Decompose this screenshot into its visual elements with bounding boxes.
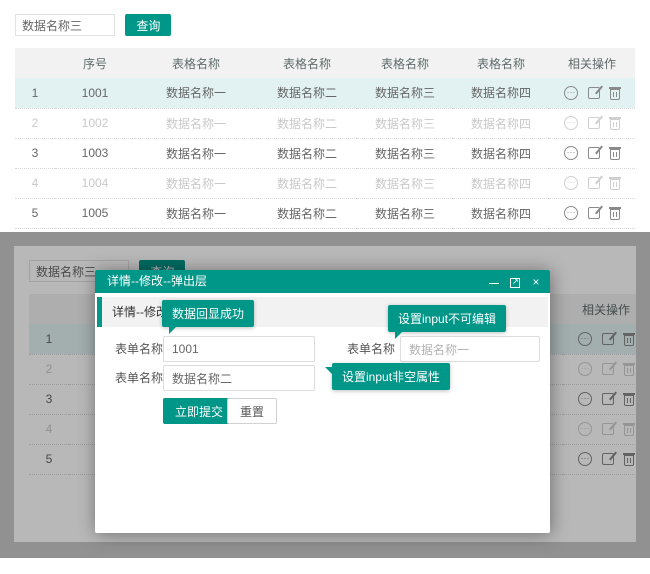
column-header: 表格名称 [135,48,257,78]
reset-button[interactable]: 重置 [227,398,277,424]
table-cell: 数据名称二 [257,168,357,198]
more-icon[interactable] [564,146,578,160]
delete-icon[interactable] [610,89,620,100]
edit-icon[interactable] [588,207,600,219]
search-bar: 查询 [15,14,171,36]
table-cell: 4 [15,168,55,198]
table-cell: 1 [15,78,55,108]
tooltip-echo-success: 数据回显成功 [162,300,254,327]
table-row: 31003数据名称一数据名称二数据名称三数据名称四 [15,138,635,168]
window-controls: × [488,270,542,293]
tooltip-input-readonly: 设置input不可编辑 [388,305,506,332]
delete-icon[interactable] [610,119,620,130]
table-cell: 1001 [55,78,135,108]
table-cell: 数据名称四 [453,168,549,198]
row-actions [549,198,635,228]
edit-icon[interactable] [588,87,600,99]
table-cell: 数据名称二 [257,198,357,228]
table-cell: 1005 [55,198,135,228]
more-icon[interactable] [564,206,578,220]
edit-icon[interactable] [588,147,600,159]
form-label-3: 表单名称 [115,366,163,390]
table-cell: 数据名称一 [135,78,257,108]
table-cell: 数据名称四 [453,108,549,138]
submit-button[interactable]: 立即提交 [163,398,235,424]
table-cell: 1004 [55,168,135,198]
column-header: 相关操作 [549,48,635,78]
form-input-readonly [400,336,540,362]
row-actions [549,168,635,198]
form-label-1: 表单名称 [115,337,163,361]
delete-icon[interactable] [610,209,620,220]
table-row: 21002数据名称一数据名称二数据名称三数据名称四 [15,108,635,138]
maximize-icon[interactable] [509,276,521,288]
table-cell: 数据名称三 [357,78,453,108]
column-header: 序号 [55,48,135,78]
row-actions [549,108,635,138]
form-input-id[interactable] [163,336,315,362]
edit-icon[interactable] [588,177,600,189]
table-cell: 数据名称三 [357,138,453,168]
row-actions [549,78,635,108]
table-cell: 数据名称二 [257,108,357,138]
table-row: 11001数据名称一数据名称二数据名称三数据名称四 [15,78,635,108]
more-icon[interactable] [564,176,578,190]
modal-dialog: 详情--修改--弹出层 × 详情--修改操作 数据回显成功 设置input不可编… [95,270,550,533]
close-icon[interactable]: × [530,276,542,288]
page-normal: 查询 序号表格名称表格名称表格名称表格名称相关操作11001数据名称一数据名称二… [0,0,650,232]
table-cell: 数据名称三 [357,168,453,198]
modal-title: 详情--修改--弹出层 [107,270,207,293]
form-label-2: 表单名称 [347,337,395,361]
column-header: 表格名称 [453,48,549,78]
column-header: 表格名称 [257,48,357,78]
column-header [15,48,55,78]
search-input[interactable] [15,14,115,36]
row-actions [549,138,635,168]
table-cell: 数据名称四 [453,198,549,228]
table-cell: 5 [15,198,55,228]
delete-icon[interactable] [610,149,620,160]
table-cell: 1003 [55,138,135,168]
overlay-section: 查询 序号表格名称表格名称表格名称表格名称相关操作11001数据名称一数据名称二… [0,232,650,558]
table-cell: 数据名称三 [357,198,453,228]
more-icon[interactable] [564,116,578,130]
minimize-icon[interactable] [488,276,500,288]
table-row: 41004数据名称一数据名称二数据名称三数据名称四 [15,168,635,198]
table-cell: 数据名称一 [135,108,257,138]
table-cell: 1002 [55,108,135,138]
table-cell: 数据名称四 [453,138,549,168]
table-cell: 数据名称一 [135,168,257,198]
table-cell: 数据名称三 [357,108,453,138]
modal-titlebar: 详情--修改--弹出层 × [95,270,550,293]
tooltip-input-required: 设置input非空属性 [332,363,450,390]
table-cell: 数据名称一 [135,198,257,228]
table-cell: 3 [15,138,55,168]
table-row: 51005数据名称一数据名称二数据名称三数据名称四 [15,198,635,228]
form-input-name[interactable] [163,365,315,391]
more-icon[interactable] [564,86,578,100]
table-cell: 数据名称一 [135,138,257,168]
edit-icon[interactable] [588,117,600,129]
column-header: 表格名称 [357,48,453,78]
data-table: 序号表格名称表格名称表格名称表格名称相关操作11001数据名称一数据名称二数据名… [15,48,635,229]
table-cell: 数据名称四 [453,78,549,108]
search-button[interactable]: 查询 [125,14,171,36]
table-cell: 2 [15,108,55,138]
table-cell: 数据名称二 [257,138,357,168]
delete-icon[interactable] [610,179,620,190]
table-cell: 数据名称二 [257,78,357,108]
